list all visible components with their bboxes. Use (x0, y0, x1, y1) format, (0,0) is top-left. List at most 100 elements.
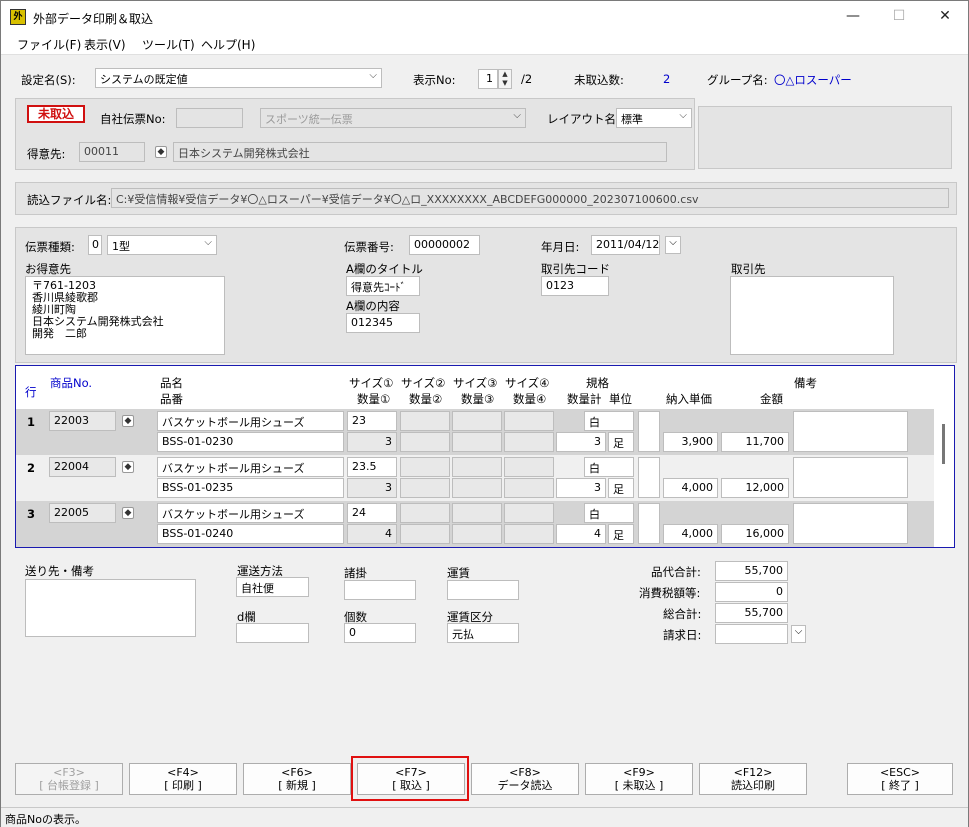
close-button[interactable]: ✕ (922, 1, 968, 32)
blank-cell[interactable] (638, 411, 660, 452)
product-no-cell[interactable]: 22003 (49, 411, 116, 431)
menu-view[interactable]: 表示(V) (84, 36, 126, 53)
minimize-button[interactable]: — (830, 1, 876, 32)
d-input[interactable] (236, 623, 309, 643)
partner-input[interactable] (730, 276, 894, 355)
slip-kind-code[interactable]: 0 (88, 235, 102, 255)
product-no-cell[interactable]: 22005 (49, 503, 116, 523)
slip-no-input[interactable]: 00000002 (409, 235, 480, 255)
size2-cell[interactable] (400, 503, 450, 523)
spec-cell[interactable]: 白 (584, 503, 634, 523)
billing-input[interactable] (715, 624, 788, 644)
size4-cell[interactable] (504, 503, 554, 523)
size3-cell[interactable] (452, 503, 502, 523)
note-input[interactable] (25, 579, 196, 637)
layout-select[interactable]: 標準 ⌵ (616, 108, 692, 128)
spec-cell[interactable]: 白 (584, 411, 634, 431)
unit-cell[interactable]: 足 (608, 524, 634, 544)
menu-tools[interactable]: ツール(T) (142, 36, 195, 53)
name-cell[interactable]: バスケットボール用シューズ (157, 457, 344, 477)
freight-type-input[interactable]: 元払 (447, 623, 519, 643)
size3-cell[interactable] (452, 457, 502, 477)
qty3-cell[interactable] (452, 524, 502, 544)
blank-cell[interactable] (638, 503, 660, 544)
lookup-icon[interactable]: ◆ (122, 461, 134, 473)
f9-unimported-button[interactable]: <F9> [ 未取込 ] (585, 763, 693, 795)
col-name: 品名 (160, 376, 183, 390)
menu-file[interactable]: ファイル(F) (17, 36, 81, 53)
freight-input[interactable] (447, 580, 519, 600)
qty3-cell[interactable] (452, 478, 502, 498)
row-number: 3 (27, 507, 36, 521)
size2-cell[interactable] (400, 411, 450, 431)
code-cell[interactable]: BSS-01-0230 (157, 432, 344, 452)
customer-code[interactable]: 00011 (79, 142, 145, 162)
f3-ledger-button[interactable]: <F3> [ 台帳登録 ] (15, 763, 123, 795)
partner-code-input[interactable]: 0123 (541, 276, 609, 296)
blank-cell[interactable] (638, 457, 660, 498)
note-cell[interactable] (793, 411, 908, 452)
size3-cell[interactable] (452, 411, 502, 431)
unit-cell[interactable]: 足 (608, 478, 634, 498)
code-cell[interactable]: BSS-01-0235 (157, 478, 344, 498)
f8-load-data-button[interactable]: <F8> データ読込 (471, 763, 579, 795)
display-no-input[interactable]: 1 (478, 69, 498, 89)
lookup-icon[interactable]: ◆ (122, 415, 134, 427)
menu-help[interactable]: ヘルプ(H) (201, 36, 255, 53)
name-cell[interactable]: バスケットボール用シューズ (157, 411, 344, 431)
size4-cell[interactable] (504, 411, 554, 431)
qty4-cell[interactable] (504, 524, 554, 544)
transport-input[interactable]: 自社便 (236, 577, 309, 597)
lookup-icon[interactable]: ◆ (155, 146, 167, 158)
unit-price-cell[interactable]: 4,000 (663, 524, 718, 544)
col-qty-total: 数量計 (567, 392, 602, 406)
qty2-cell[interactable] (400, 432, 450, 452)
freight-label: 運賃 (447, 566, 470, 580)
billing-date-picker[interactable]: ⌵ (791, 625, 806, 643)
qty1-cell[interactable]: 3 (347, 432, 397, 452)
qty2-cell[interactable] (400, 524, 450, 544)
date-input[interactable]: 2011/04/12 (591, 235, 660, 255)
highlight-box (351, 756, 469, 801)
size4-cell[interactable] (504, 457, 554, 477)
date-picker-button[interactable]: ⌵ (665, 236, 681, 254)
f12-load-print-button[interactable]: <F12> 読込印刷 (699, 763, 807, 795)
qty2-cell[interactable] (400, 478, 450, 498)
spec-cell[interactable]: 白 (584, 457, 634, 477)
button-label: 読込印刷 (731, 779, 775, 792)
size1-cell[interactable]: 23 (347, 411, 397, 431)
qty1-cell[interactable]: 4 (347, 524, 397, 544)
grid-scrollbar[interactable] (942, 424, 945, 464)
f6-new-button[interactable]: <F6> [ 新規 ] (243, 763, 351, 795)
note-cell[interactable] (793, 457, 908, 498)
note-cell[interactable] (793, 503, 908, 544)
own-slip-input[interactable] (176, 108, 243, 128)
qty1-cell[interactable]: 3 (347, 478, 397, 498)
misc-input[interactable] (344, 580, 416, 600)
unit-price-cell[interactable]: 3,900 (663, 432, 718, 452)
size1-cell[interactable]: 23.5 (347, 457, 397, 477)
lookup-icon[interactable]: ◆ (122, 507, 134, 519)
qty4-cell[interactable] (504, 432, 554, 452)
col-product-no: 商品No. (50, 376, 93, 390)
code-cell[interactable]: BSS-01-0240 (157, 524, 344, 544)
maximize-button[interactable]: ☐ (876, 1, 922, 32)
qty3-cell[interactable] (452, 432, 502, 452)
slip-type-select[interactable]: スポーツ統一伝票 ⌵ (260, 108, 526, 128)
a-content-input[interactable]: 012345 (346, 313, 420, 333)
count-input[interactable]: 0 (344, 623, 416, 643)
esc-exit-button[interactable]: <ESC> [ 終了 ] (847, 763, 953, 795)
title-bar: 外 外部データ印刷＆取込 — ☐ ✕ (1, 1, 968, 32)
unit-cell[interactable]: 足 (608, 432, 634, 452)
f4-print-button[interactable]: <F4> [ 印刷 ] (129, 763, 237, 795)
size1-cell[interactable]: 24 (347, 503, 397, 523)
unit-price-cell[interactable]: 4,000 (663, 478, 718, 498)
a-title-input[interactable]: 得意先ｺｰﾄﾞ (346, 276, 420, 296)
product-no-cell[interactable]: 22004 (49, 457, 116, 477)
size2-cell[interactable] (400, 457, 450, 477)
name-cell[interactable]: バスケットボール用シューズ (157, 503, 344, 523)
qty4-cell[interactable] (504, 478, 554, 498)
slip-kind-select[interactable]: 1型 ⌵ (107, 235, 217, 255)
display-no-spinner[interactable]: ▲ ▼ (498, 69, 512, 89)
settings-select[interactable]: システムの既定値 ⌵ (95, 68, 382, 88)
